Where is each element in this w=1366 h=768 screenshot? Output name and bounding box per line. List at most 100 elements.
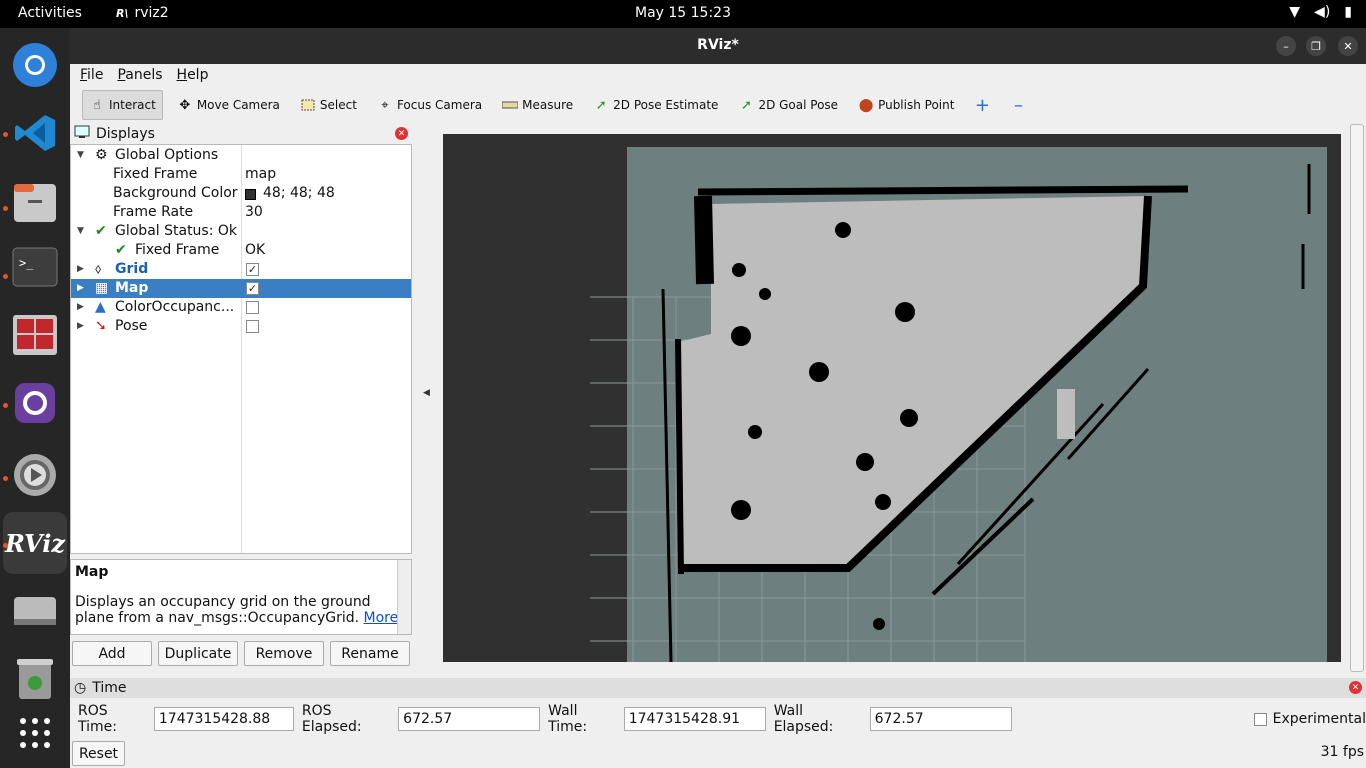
menu-file[interactable]: File xyxy=(80,67,103,83)
terminal-icon[interactable]: >_ xyxy=(10,242,60,292)
reset-button[interactable]: Reset xyxy=(72,741,125,766)
pose-estimate-tool[interactable]: ➚ 2D Pose Estimate xyxy=(587,90,724,120)
plus-icon: + xyxy=(974,94,990,116)
clock[interactable]: May 15 15:23 xyxy=(0,5,1366,21)
ros-time-field[interactable] xyxy=(153,707,294,731)
system-top-bar: Activities R\ rviz2 May 15 15:23 ▼ ◀) ▮ xyxy=(0,0,1366,28)
trash-icon[interactable] xyxy=(10,654,60,704)
close-window-button[interactable]: ✕ xyxy=(1338,36,1358,56)
minus-icon: – xyxy=(1013,94,1023,116)
more-info-link[interactable]: More xyxy=(364,610,399,626)
remove-button[interactable]: Remove xyxy=(244,641,324,666)
select-box-icon xyxy=(300,97,316,113)
rename-button[interactable]: Rename xyxy=(330,641,410,666)
crosshair-icon: ⌖ xyxy=(381,97,389,113)
battery-icon: ▮ xyxy=(1344,4,1352,20)
focus-camera-label: Focus Camera xyxy=(396,98,483,112)
vscode-icon[interactable] xyxy=(10,108,60,158)
tree-row-pose[interactable]: ▶ ➘ Pose xyxy=(71,317,411,336)
disk-icon[interactable] xyxy=(10,588,60,638)
displays-header[interactable]: Displays ✕ xyxy=(70,124,412,144)
tree-row-fixed-frame[interactable]: Fixed Frame map xyxy=(71,165,411,184)
background-swatch[interactable] xyxy=(245,189,256,200)
svg-text:>_: >_ xyxy=(19,256,34,270)
close-time-button[interactable]: ✕ xyxy=(1349,681,1362,694)
app-grid-icon[interactable] xyxy=(10,708,60,758)
menu-help[interactable]: Help xyxy=(177,67,209,83)
close-displays-button[interactable]: ✕ xyxy=(395,127,408,140)
wifi-icon: ▼ xyxy=(1289,4,1301,20)
green-arrow-icon: ➚ xyxy=(595,97,607,113)
ros-elapsed-field[interactable] xyxy=(398,707,541,731)
tree-row-global-options[interactable]: ▼ ⚙ Global Options xyxy=(71,146,411,165)
color-occupancy-label: ColorOccupanc... xyxy=(115,299,235,315)
activities-button[interactable]: Activities xyxy=(18,5,82,21)
measure-tool[interactable]: Measure xyxy=(496,90,579,120)
tool-bar: ☝ Interact ✥ Move Camera Select ⌖ Focus Cam… xyxy=(70,86,1366,124)
rviz-app-icon: R\ xyxy=(116,6,129,20)
frame-rate-label: Frame Rate xyxy=(113,204,194,220)
interact-tool[interactable]: ☝ Interact xyxy=(82,90,163,120)
rviz-dock-icon[interactable]: RViz xyxy=(3,512,67,574)
maximize-button[interactable]: ❐ xyxy=(1306,36,1326,56)
global-status-label: Global Status: Ok xyxy=(115,223,238,239)
github-desktop-icon[interactable] xyxy=(10,378,60,428)
grid-icon: ⬨ xyxy=(95,261,102,277)
left-collapse-handle[interactable]: ◀ xyxy=(423,388,430,398)
pose-estimate-label: 2D Pose Estimate xyxy=(613,98,719,112)
gear-icon: ⚙ xyxy=(95,147,108,163)
frame-rate-value[interactable]: 30 xyxy=(245,203,263,222)
pose-checkbox[interactable] xyxy=(246,320,259,333)
monitor-icon xyxy=(74,125,90,143)
select-tool[interactable]: Select xyxy=(294,90,363,120)
displays-panel: Displays ✕ ▼ ⚙ Global Options Fixed Frame m… xyxy=(70,124,412,682)
tree-row-map[interactable]: ▶ ▦ Map ✓ xyxy=(71,279,411,298)
right-panel-scrollbar[interactable] xyxy=(1350,124,1364,672)
chromium-icon[interactable] xyxy=(10,40,60,90)
move-camera-tool[interactable]: ✥ Move Camera xyxy=(171,90,286,120)
settings-icon[interactable] xyxy=(10,450,60,500)
minimize-button[interactable]: – xyxy=(1276,36,1296,56)
fixed-frame-value[interactable]: map xyxy=(245,165,276,184)
global-options-label: Global Options xyxy=(115,147,219,163)
terminator-icon[interactable] xyxy=(10,310,60,360)
wall-elapsed-field[interactable] xyxy=(869,707,1012,731)
description-scrollbar[interactable] xyxy=(397,560,411,634)
time-header[interactable]: ◷ Time ✕ xyxy=(70,678,1366,698)
tree-row-grid[interactable]: ▶ ⬨ Grid ✓ xyxy=(71,260,411,279)
system-tray[interactable]: ▼ ◀) ▮ xyxy=(1289,4,1352,20)
add-tool-button[interactable]: + xyxy=(968,90,996,120)
remove-tool-button[interactable]: – xyxy=(1004,90,1032,120)
goal-pose-label: 2D Goal Pose xyxy=(758,98,839,112)
focus-camera-tool[interactable]: ⌖ Focus Camera xyxy=(371,90,488,120)
window-titlebar[interactable]: RViz* – ❐ ✕ xyxy=(70,28,1366,64)
grid-checkbox[interactable]: ✓ xyxy=(246,263,259,276)
publish-point-label: Publish Point xyxy=(878,98,955,112)
duplicate-button[interactable]: Duplicate xyxy=(158,641,238,666)
color-occupancy-checkbox[interactable] xyxy=(246,301,259,314)
publish-point-tool[interactable]: ⬤ Publish Point xyxy=(852,90,960,120)
add-button[interactable]: Add xyxy=(72,641,152,666)
map-checkbox[interactable]: ✓ xyxy=(246,282,259,295)
background-color-value: 48; 48; 48 xyxy=(263,185,335,201)
app-menu[interactable]: R\ rviz2 xyxy=(116,5,169,21)
displays-tree: ▼ ⚙ Global Options Fixed Frame map Backgrou… xyxy=(70,144,412,554)
window-title: RViz* xyxy=(697,37,739,53)
experimental-checkbox[interactable] xyxy=(1253,712,1267,726)
wall-time-field[interactable] xyxy=(623,707,766,731)
3d-viewport[interactable] xyxy=(443,134,1341,662)
goal-pose-tool[interactable]: ➚ 2D Goal Pose xyxy=(732,90,844,120)
tree-row-color-occupancy[interactable]: ▶ ▲ ColorOccupanc... xyxy=(71,298,411,317)
tree-row-frame-rate[interactable]: Frame Rate 30 xyxy=(71,203,411,222)
tree-row-status-fixed-frame[interactable]: ✔ Fixed Frame OK xyxy=(71,241,411,260)
hand-icon: ☝ xyxy=(93,97,101,113)
checkmark-icon: ✔ xyxy=(115,242,127,258)
background-color-label: Background Color xyxy=(113,185,238,201)
menu-panels[interactable]: Panels xyxy=(117,67,162,83)
time-fields: ROS Time: ROS Elapsed: Wall Time: Wall E… xyxy=(70,703,1366,735)
select-label: Select xyxy=(319,98,357,112)
tree-row-background-color[interactable]: Background Color 48; 48; 48 xyxy=(71,184,411,203)
status-fixed-frame-label: Fixed Frame xyxy=(135,242,220,258)
files-icon[interactable] xyxy=(10,178,60,228)
tree-row-global-status[interactable]: ▼ ✔ Global Status: Ok xyxy=(71,222,411,241)
